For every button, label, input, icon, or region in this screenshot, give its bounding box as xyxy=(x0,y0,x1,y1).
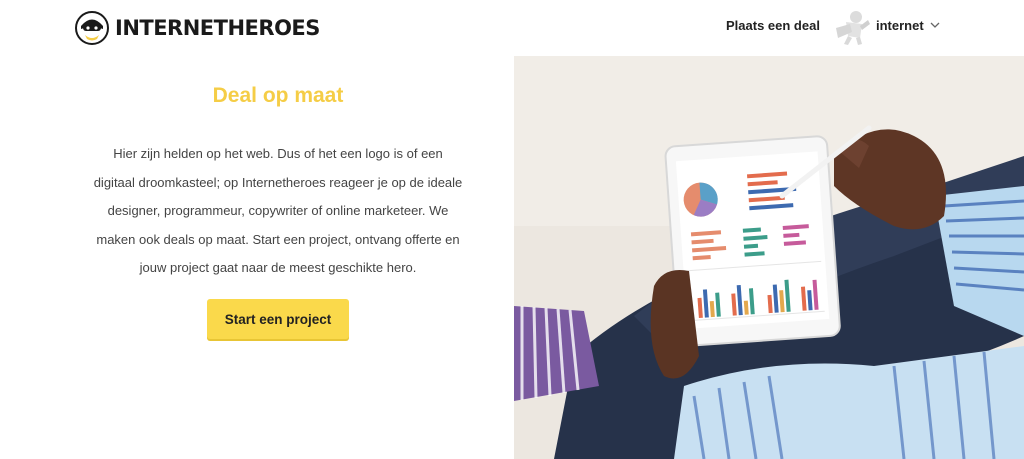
hero-mask-icon xyxy=(75,11,109,45)
place-deal-link[interactable]: Plaats een deal xyxy=(726,18,820,33)
hero-line: digitaal droomkasteel; op Internetheroes… xyxy=(93,174,463,190)
logo-text: INTERNETHEROES xyxy=(115,16,320,40)
user-menu[interactable]: internet xyxy=(876,18,940,33)
chevron-down-icon xyxy=(930,22,940,28)
hero-line: Hier zijn helden op het web. Dus of het … xyxy=(113,146,443,161)
hero-title: Deal op maat xyxy=(212,84,344,107)
hero-photo xyxy=(514,56,1024,459)
user-name: internet xyxy=(876,18,924,33)
hero-section: Deal op maat Hier zijn helden op het web… xyxy=(0,56,514,459)
start-project-button[interactable]: Start een project xyxy=(207,299,349,339)
hero-line: designer, programmeur, copywriter of onl… xyxy=(107,203,449,219)
hero-line: maken ook deals op maat. Start een proje… xyxy=(96,231,460,247)
site-logo[interactable]: INTERNETHEROES xyxy=(75,11,320,45)
superhero-avatar-icon[interactable] xyxy=(832,8,872,46)
hero-description: Hier zijn helden op het web. Dus of het … xyxy=(80,140,476,283)
hero-line: jouw project gaat naar de meest geschikt… xyxy=(139,260,417,276)
site-header: INTERNETHEROES Plaats een deal internet xyxy=(0,0,1024,56)
